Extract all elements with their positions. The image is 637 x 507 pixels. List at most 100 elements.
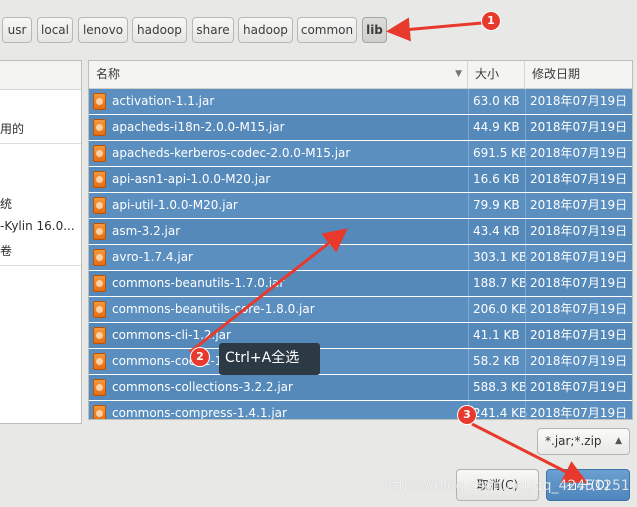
file-row[interactable]: asm-3.2.jar 43.4 KB 2018年07月19日: [89, 219, 632, 244]
jar-file-icon: [93, 327, 106, 344]
column-divider: [525, 167, 526, 192]
jar-file-icon: [93, 119, 106, 136]
column-divider: [468, 115, 469, 140]
column-divider: [468, 193, 469, 218]
file-name: commons-compress-1.4.1.jar: [112, 406, 287, 420]
column-divider: [525, 245, 526, 270]
jar-file-icon: [93, 275, 106, 292]
sidebar-item-filesystem[interactable]: 统: [0, 195, 12, 212]
jar-file-icon: [93, 93, 106, 110]
sidebar-item-volume[interactable]: -Kylin 16.0...: [0, 219, 75, 233]
column-divider: [525, 349, 526, 374]
places-sidebar: 用的 统 -Kylin 16.0... 卷: [0, 60, 82, 424]
file-modified: 2018年07月19日: [530, 250, 628, 264]
column-divider: [525, 271, 526, 296]
file-modified: 2018年07月19日: [530, 276, 628, 290]
column-divider: [525, 401, 526, 419]
column-divider: [525, 297, 526, 322]
file-row[interactable]: commons-beanutils-1.7.0.jar 188.7 KB 2018年…: [89, 271, 632, 296]
file-row[interactable]: commons-codec-1.4.jar 58.2 KB 2018年07月19日: [89, 349, 632, 374]
header-name-label: 名称: [96, 67, 121, 81]
file-size: 206.0 KB: [473, 302, 528, 316]
file-row[interactable]: commons-beanutils-core-1.8.0.jar 206.0 KB…: [89, 297, 632, 322]
step-badge-3: 3: [458, 406, 476, 424]
header-modified[interactable]: 修改日期: [525, 61, 632, 88]
file-row[interactable]: api-util-1.0.0-M20.jar 79.9 KB 2018年07月19日: [89, 193, 632, 218]
sidebar-divider: [0, 265, 81, 266]
sidebar-item-recent[interactable]: 用的: [0, 120, 24, 137]
file-size: 16.6 KB: [473, 172, 520, 186]
list-header: 名称 ▼ 大小 修改日期: [89, 61, 632, 89]
file-modified: 2018年07月19日: [530, 198, 628, 212]
file-row[interactable]: activation-1.1.jar 63.0 KB 2018年07月19日: [89, 89, 632, 114]
jar-file-icon: [93, 197, 106, 214]
column-divider: [468, 89, 469, 114]
file-size: 588.3 KB: [473, 380, 528, 394]
file-size: 241.4 KB: [473, 406, 528, 420]
file-modified: 2018年07月19日: [530, 328, 628, 342]
jar-file-icon: [93, 171, 106, 188]
file-row[interactable]: commons-collections-3.2.2.jar 588.3 KB 201…: [89, 375, 632, 400]
crumb-hadoop-2[interactable]: hadoop: [238, 17, 293, 43]
file-name: commons-beanutils-core-1.8.0.jar: [112, 302, 315, 316]
file-name: asm-3.2.jar: [112, 224, 181, 238]
file-modified: 2018年07月19日: [530, 302, 628, 316]
sidebar-header: [0, 61, 81, 90]
column-divider: [525, 193, 526, 218]
file-name: apacheds-i18n-2.0.0-M15.jar: [112, 120, 285, 134]
file-modified: 2018年07月19日: [530, 120, 628, 134]
sidebar-item-disk[interactable]: 卷: [0, 242, 12, 259]
jar-file-icon: [93, 379, 106, 396]
file-modified: 2018年07月19日: [530, 354, 628, 368]
jar-file-icon: [93, 301, 106, 318]
crumb-lenovo[interactable]: lenovo: [78, 17, 128, 43]
column-divider: [468, 375, 469, 400]
file-row[interactable]: apacheds-kerberos-codec-2.0.0-M15.jar 691…: [89, 141, 632, 166]
sidebar-divider: [0, 143, 81, 144]
file-row[interactable]: commons-cli-1.2.jar 41.1 KB 2018年07月19日: [89, 323, 632, 348]
column-divider: [468, 141, 469, 166]
file-type-filter[interactable]: *.jar;*.zip ▲: [537, 428, 630, 455]
file-modified: 2018年07月19日: [530, 224, 628, 238]
file-name: apacheds-kerberos-codec-2.0.0-M15.jar: [112, 146, 351, 160]
file-size: 58.2 KB: [473, 354, 520, 368]
column-divider: [468, 349, 469, 374]
file-size: 41.1 KB: [473, 328, 520, 342]
column-divider: [468, 245, 469, 270]
crumb-usr[interactable]: usr: [2, 17, 32, 43]
header-size[interactable]: 大小: [468, 61, 525, 88]
jar-file-icon: [93, 249, 106, 266]
header-name[interactable]: 名称 ▼: [89, 61, 468, 88]
watermark: https://blog.csdn.net/qq_42451251: [384, 478, 630, 494]
crumb-local[interactable]: local: [37, 17, 73, 43]
crumb-common[interactable]: common: [297, 17, 357, 43]
column-divider: [525, 219, 526, 244]
jar-file-icon: [93, 145, 106, 162]
crumb-share[interactable]: share: [192, 17, 234, 43]
column-divider: [468, 271, 469, 296]
column-divider: [468, 323, 469, 348]
file-size: 303.1 KB: [473, 250, 528, 264]
crumb-hadoop[interactable]: hadoop: [132, 17, 187, 43]
crumb-lib[interactable]: lib: [362, 17, 387, 43]
file-row[interactable]: avro-1.7.4.jar 303.1 KB 2018年07月19日: [89, 245, 632, 270]
filter-value: *.jar;*.zip: [545, 434, 602, 448]
column-divider: [525, 89, 526, 114]
file-row[interactable]: commons-compress-1.4.1.jar 241.4 KB 2018年0…: [89, 401, 632, 420]
file-modified: 2018年07月19日: [530, 146, 628, 160]
file-size: 79.9 KB: [473, 198, 520, 212]
file-row[interactable]: apacheds-i18n-2.0.0-M15.jar 44.9 KB 2018年0…: [89, 115, 632, 140]
file-modified: 2018年07月19日: [530, 406, 628, 420]
path-bar: usr local lenovo hadoop share hadoop com…: [0, 0, 637, 62]
column-divider: [468, 219, 469, 244]
jar-file-icon: [93, 223, 106, 240]
column-divider: [468, 167, 469, 192]
file-modified: 2018年07月19日: [530, 172, 628, 186]
file-name: avro-1.7.4.jar: [112, 250, 193, 264]
file-list: 名称 ▼ 大小 修改日期 activation-1.1.jar 63.0 KB 20…: [88, 60, 633, 420]
step-badge-2: 2: [191, 348, 209, 366]
file-size: 188.7 KB: [473, 276, 528, 290]
file-size: 691.5 KB: [473, 146, 528, 160]
column-divider: [525, 141, 526, 166]
file-row[interactable]: api-asn1-api-1.0.0-M20.jar 16.6 KB 2018年07…: [89, 167, 632, 192]
